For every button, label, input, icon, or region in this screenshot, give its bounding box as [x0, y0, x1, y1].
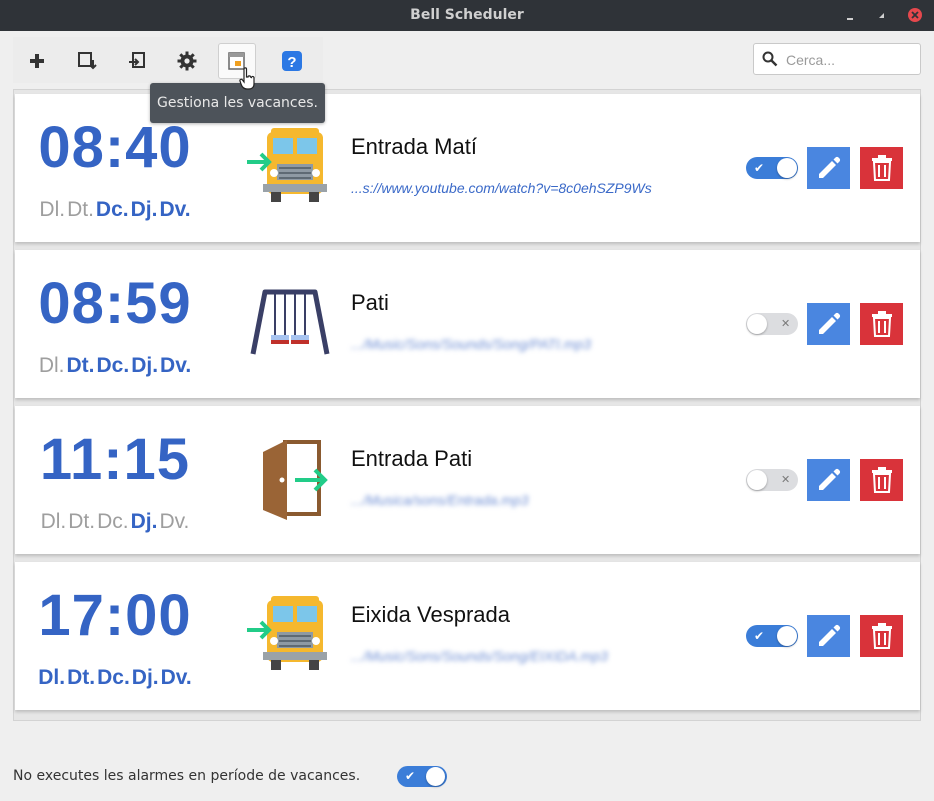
edit-button[interactable] [807, 303, 850, 345]
edit-button[interactable] [807, 147, 850, 189]
pencil-icon [818, 468, 840, 490]
bell-name: Entrada Matí [351, 134, 477, 159]
day-label: Dt. [68, 510, 96, 533]
day-label: Dv. [160, 666, 192, 689]
app-window: Bell Scheduler ? Cerca... Gestiona les v… [0, 0, 934, 801]
minimize-icon[interactable] [840, 5, 860, 25]
day-label: Dc. [95, 198, 129, 221]
pencil-icon [818, 624, 840, 646]
day-label: Dl. [38, 354, 65, 377]
edit-button[interactable] [807, 459, 850, 501]
hand-cursor-icon [239, 67, 255, 90]
day-label: Dt. [66, 354, 95, 377]
bell-sound: .../Musica/sons/Entrada.mp3 [351, 492, 529, 508]
maximize-icon[interactable] [872, 5, 892, 25]
settings-button[interactable] [168, 43, 206, 79]
delete-button[interactable] [860, 615, 903, 657]
day-label: Dv. [160, 354, 192, 377]
pencil-icon [818, 312, 840, 334]
bell-enabled-toggle[interactable]: ✔ [746, 157, 798, 179]
delete-button[interactable] [860, 459, 903, 501]
day-label: Dj. [130, 510, 158, 533]
bell-time: 08:59 [38, 271, 192, 336]
delete-button[interactable] [860, 303, 903, 345]
day-label: Dc. [97, 510, 129, 533]
day-label: Dt. [67, 198, 94, 221]
bell-enabled-toggle[interactable]: ✕ [746, 469, 798, 491]
edit-button[interactable] [807, 615, 850, 657]
bell-time: 08:40 [38, 115, 192, 180]
day-label: Dj. [131, 354, 159, 377]
bell-days: Dl.Dt.Dc.Dj.Dv. [15, 198, 215, 222]
toolbar: ? [13, 37, 323, 83]
toggle-knob [426, 767, 445, 786]
bell-days: Dl.Dt.Dc.Dj.Dv. [15, 354, 215, 378]
day-label: Dl. [38, 666, 66, 689]
day-label: Dl. [40, 510, 67, 533]
swing-icon [250, 289, 330, 355]
search-box[interactable] [753, 43, 921, 75]
day-label: Dj. [130, 198, 158, 221]
bell-card: 17:00 Dl.Dt.Dc.Dj.Dv. Eixida Vesprada ..… [15, 562, 920, 710]
export-button[interactable] [68, 43, 106, 79]
holiday-mode-toggle[interactable]: ✔ [397, 766, 447, 787]
day-label: Dt. [67, 666, 96, 689]
trash-icon [871, 311, 892, 337]
close-icon[interactable] [905, 5, 925, 25]
search-icon [762, 51, 778, 67]
bell-name: Pati [351, 290, 389, 315]
bell-time: 11:15 [39, 427, 191, 492]
bell-list: 08:40 Dl.Dt.Dc.Dj.Dv. Entrada Matí ...s:… [13, 89, 921, 721]
window-title: Bell Scheduler [410, 7, 524, 23]
day-label: Dc. [96, 354, 130, 377]
cross-icon: ✕ [781, 318, 791, 330]
toggle-knob [747, 314, 767, 334]
import-icon [129, 52, 145, 68]
add-bell-button[interactable] [18, 43, 56, 79]
tooltip: Gestiona les vacances. [150, 83, 325, 123]
title-bar: Bell Scheduler [0, 0, 934, 31]
help-button[interactable]: ? [273, 43, 311, 79]
bell-name: Eixida Vesprada [351, 602, 510, 627]
bell-sound: ...s://www.youtube.com/watch?v=8c0ehSZP9… [351, 180, 652, 196]
search-input[interactable] [786, 50, 914, 70]
day-label: Dj. [131, 666, 159, 689]
bell-days: Dl.Dt.Dc.Dj.Dv. [15, 510, 215, 534]
check-icon: ✔ [754, 629, 765, 643]
plus-icon [30, 54, 44, 68]
bell-name: Entrada Pati [351, 446, 473, 471]
bell-sound: .../Music/Sons/Sounds/Song/PATI.mp3 [351, 336, 591, 352]
school-bus-entry-icon [247, 128, 327, 202]
trash-icon [871, 467, 892, 493]
bell-enabled-toggle[interactable]: ✕ [746, 313, 798, 335]
delete-button[interactable] [860, 147, 903, 189]
day-label: Dv. [159, 510, 190, 533]
trash-icon [871, 623, 892, 649]
door-exit-icon [263, 440, 328, 520]
check-icon: ✔ [405, 769, 416, 783]
toggle-knob [777, 158, 797, 178]
import-button[interactable] [118, 43, 156, 79]
pencil-icon [818, 156, 840, 178]
cross-icon: ✕ [781, 474, 791, 486]
trash-icon [871, 155, 892, 181]
toggle-knob [777, 626, 797, 646]
bell-enabled-toggle[interactable]: ✔ [746, 625, 798, 647]
export-icon [78, 52, 97, 70]
check-icon: ✔ [754, 161, 765, 175]
bell-card: 08:59 Dl.Dt.Dc.Dj.Dv. Pati .../Music/Son… [15, 250, 920, 398]
help-icon: ? [282, 51, 302, 71]
holiday-mode-label: No executes les alarmes en període de va… [13, 768, 361, 784]
toggle-knob [747, 470, 767, 490]
bell-days: Dl.Dt.Dc.Dj.Dv. [15, 666, 215, 690]
day-label: Dc. [97, 666, 130, 689]
bell-time: 17:00 [38, 583, 192, 648]
school-bus-entry-icon [247, 596, 327, 670]
day-label: Dv. [159, 198, 191, 221]
bell-sound: .../Music/Sons/Sounds/Song/EIXIDA.mp3 [351, 648, 608, 664]
svg-text:?: ? [287, 54, 296, 71]
bell-card: 11:15 Dl.Dt.Dc.Dj.Dv. Entrada Pati .../M… [15, 406, 920, 554]
gear-icon [177, 51, 197, 71]
day-label: Dl. [39, 198, 66, 221]
